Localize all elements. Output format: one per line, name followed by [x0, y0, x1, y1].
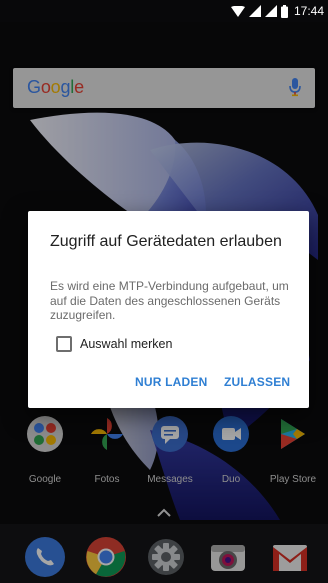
signal-icon-2 [264, 5, 277, 17]
wifi-icon [230, 5, 245, 17]
charge-only-button[interactable]: NUR LADEN [135, 375, 207, 389]
dialog-title: Zugriff auf Gerätedaten erlauben [50, 233, 282, 250]
dialog-message: Es wird eine MTP-Verbindung aufgebaut, u… [50, 279, 289, 322]
signal-icon [248, 5, 261, 17]
usb-access-dialog: Zugriff auf Gerätedaten erlauben Es wird… [28, 211, 309, 408]
home-screen: 17:44 Google Google Fotos Messages Duo P… [0, 0, 328, 583]
status-time: 17:44 [293, 4, 324, 18]
status-bar: 17:44 [0, 0, 328, 22]
remember-checkbox[interactable] [56, 336, 72, 352]
remember-checkbox-label[interactable]: Auswahl merken [80, 337, 172, 351]
allow-button[interactable]: ZULASSEN [224, 375, 290, 389]
remember-choice-row[interactable]: Auswahl merken [56, 334, 172, 354]
battery-icon [280, 4, 288, 18]
